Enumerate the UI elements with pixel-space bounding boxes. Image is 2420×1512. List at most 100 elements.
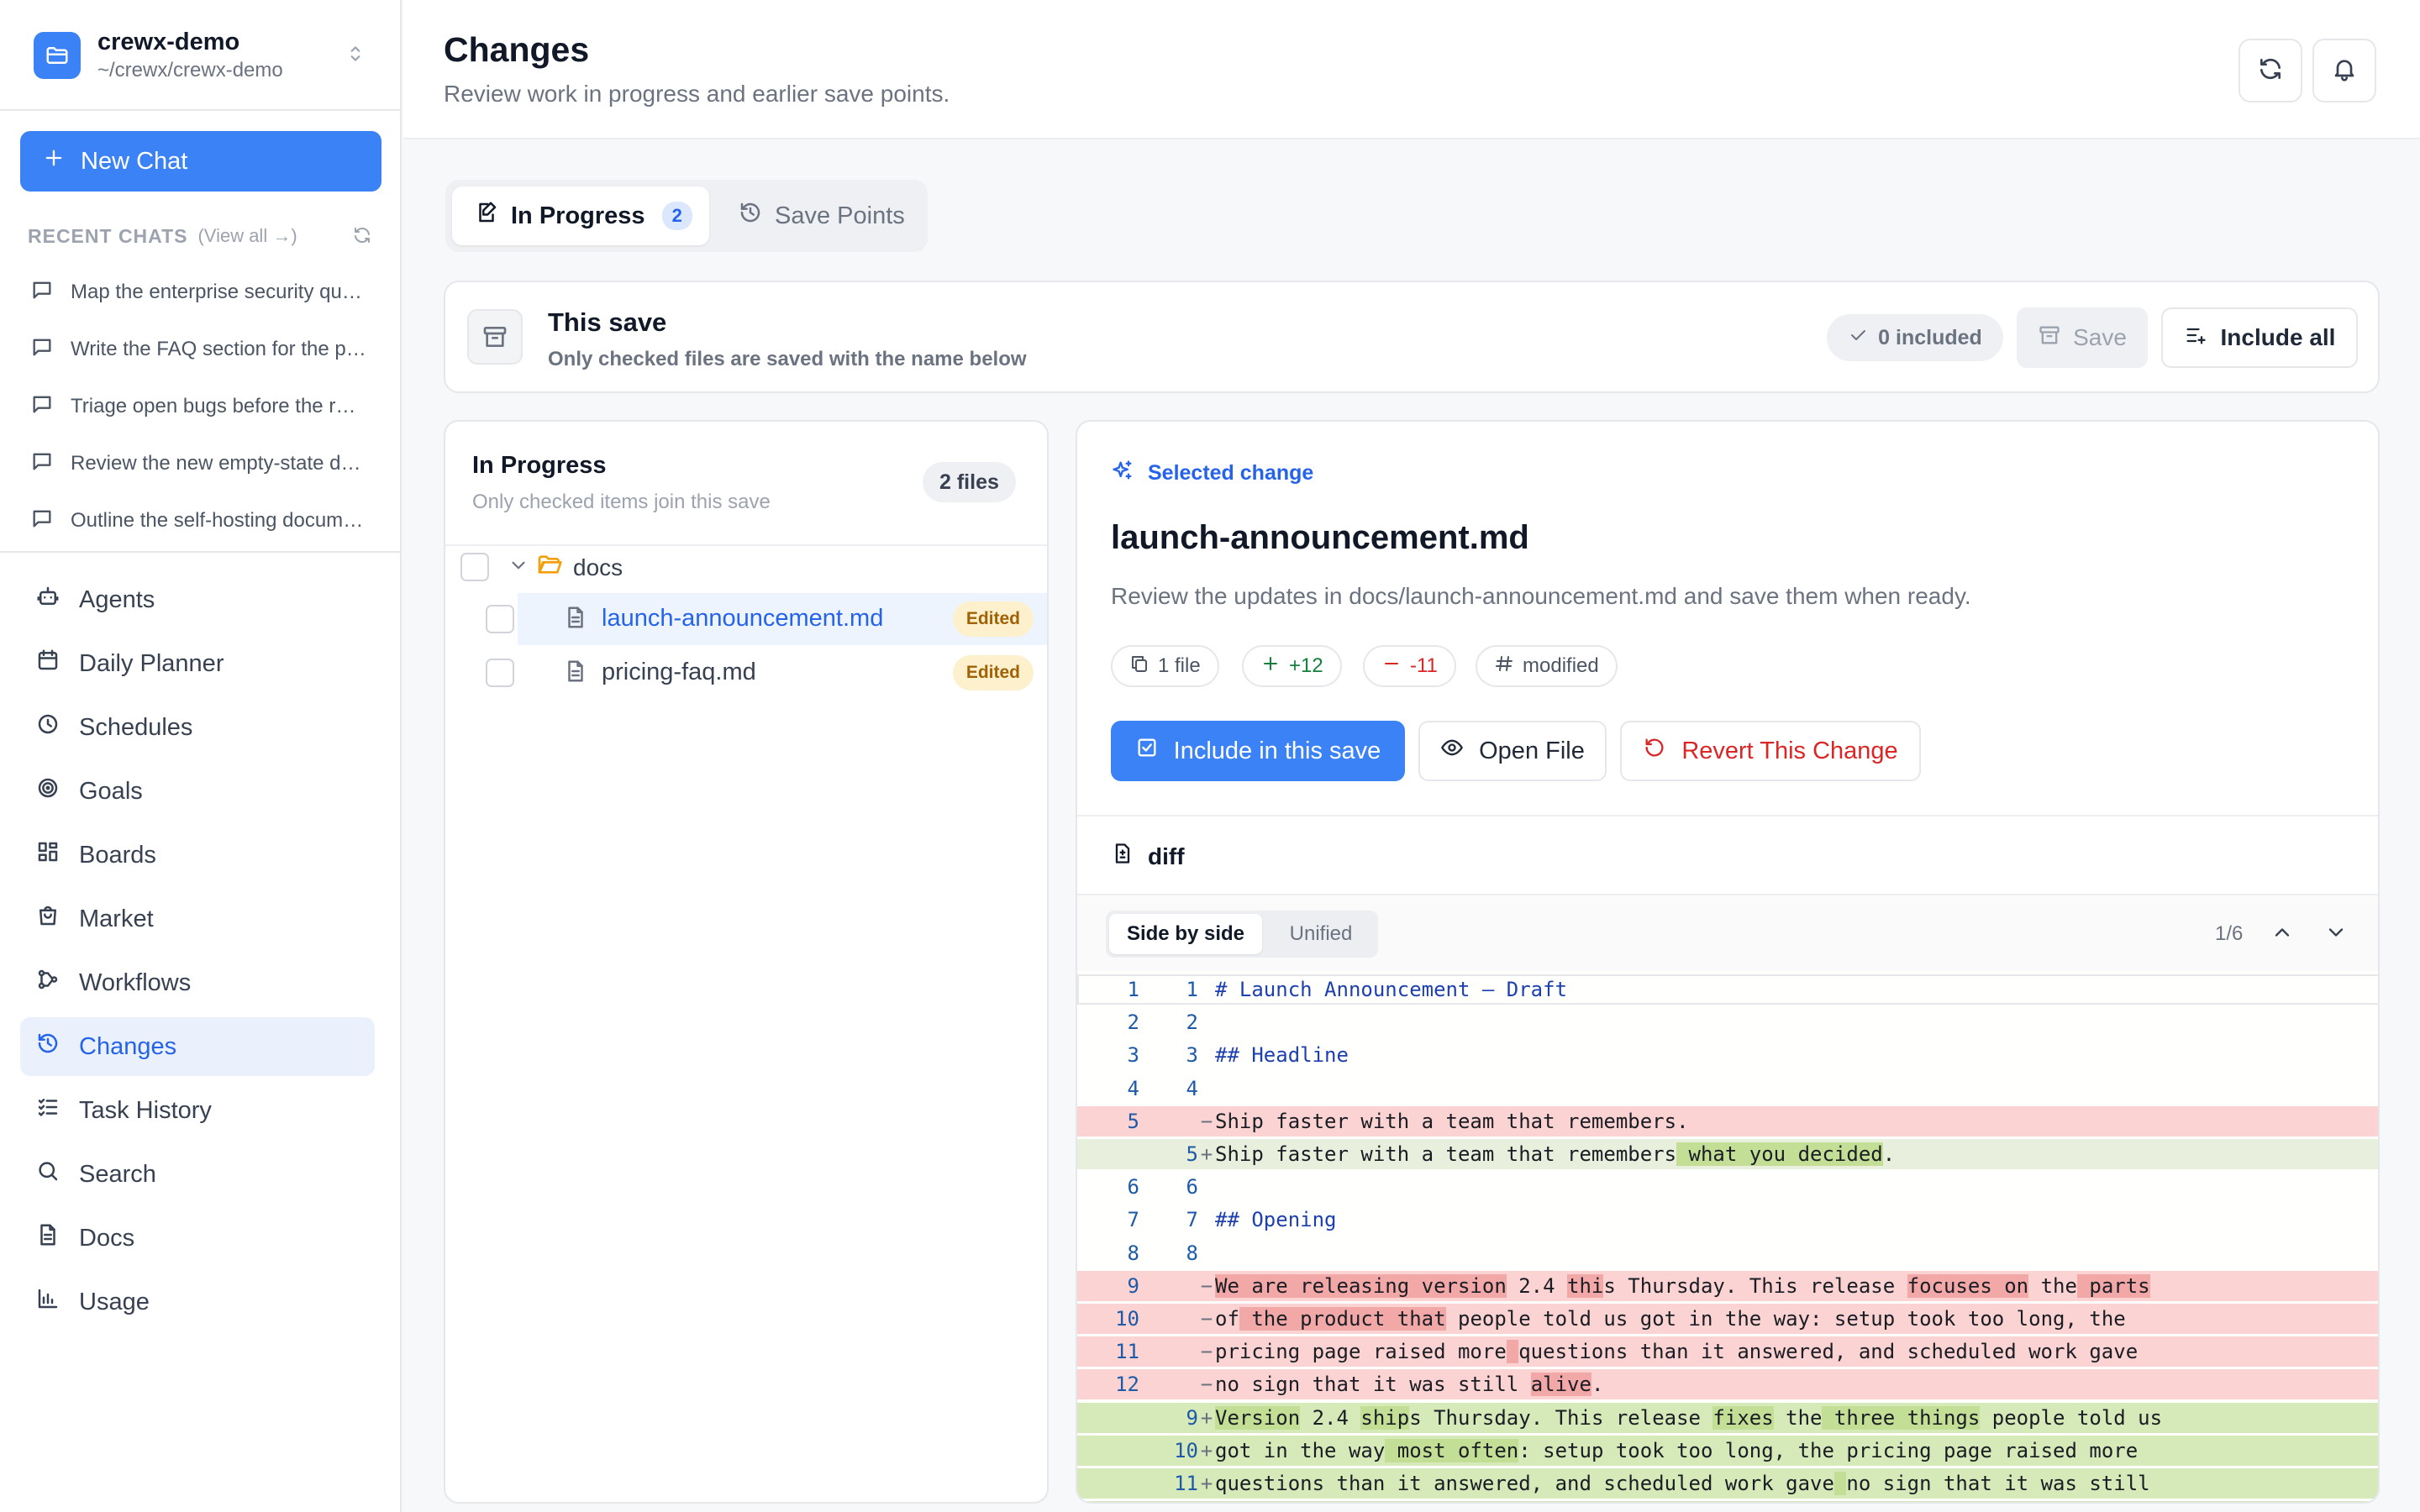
new-line-number: 9	[1186, 1405, 1198, 1430]
change-description: Review the updates in docs/launch-announ…	[1111, 583, 1971, 609]
diff-line: 44	[1077, 1074, 2378, 1104]
sidebar-item-workflows[interactable]: Workflows	[20, 953, 375, 1012]
doc-icon	[35, 1222, 60, 1254]
chevron-down-icon[interactable]	[2324, 921, 2348, 948]
refresh-button[interactable]	[2238, 39, 2302, 102]
undo-icon	[1643, 736, 1666, 766]
diff-line: 5 − Ship faster with a team that remembers…	[1077, 1105, 2378, 1137]
chip-text: +12	[1289, 654, 1323, 677]
diff-sign: +	[1200, 1438, 1213, 1462]
diff-line: 22	[1077, 1007, 2378, 1037]
diff-line-text: got in the way most often: setup took to…	[1215, 1438, 2139, 1462]
target-icon	[35, 775, 60, 807]
diff-section-title: diff	[1111, 842, 1185, 871]
chevron-down-icon[interactable]	[508, 554, 529, 580]
diff-line: 12+running.	[1077, 1501, 2378, 1502]
diff-line: 11 − pricing page raised more questions th…	[1077, 1336, 2378, 1368]
change-kind-chip: modified	[1476, 645, 1618, 687]
added-lines-chip: +12	[1242, 645, 1342, 687]
workspace-switcher[interactable]: crewx-demo ~/crewx/crewx-demo	[0, 0, 400, 111]
file-row[interactable]: pricing-faq.md Edited	[518, 647, 1047, 699]
files-panel-title: In Progress	[472, 452, 607, 479]
file-name: pricing-faq.md	[602, 659, 756, 685]
diff-line: 3 3 ## Headline	[1077, 1040, 2378, 1070]
sidebar-item-task-history[interactable]: Task History	[20, 1081, 375, 1140]
diff-sign: −	[1200, 1109, 1213, 1133]
recent-chat-item[interactable]: Write the FAQ section for the pricing pa…	[30, 333, 375, 366]
new-line-number: 5	[1186, 1142, 1198, 1166]
tab-in-progress[interactable]: In Progress 2	[452, 186, 709, 245]
sidebar-item-schedules[interactable]: Schedules	[20, 698, 375, 757]
open-file-button[interactable]: Open File	[1418, 721, 1607, 781]
sidebar-item-daily-planner[interactable]: Daily Planner	[20, 634, 375, 693]
sidebar-item-label: Task History	[79, 1096, 212, 1124]
sidebar-item-goals[interactable]: Goals	[20, 762, 375, 821]
sidebar-item-agents[interactable]: Agents	[20, 570, 375, 629]
include-in-save-button[interactable]: Include in this save	[1111, 721, 1405, 781]
old-line-number: 12	[1115, 1373, 1139, 1397]
selected-change-label: Selected change	[1111, 459, 1313, 488]
new-line-number: 2	[1186, 1011, 1198, 1035]
new-line-number: 1	[1186, 978, 1198, 1001]
unified-button[interactable]: Unified	[1267, 914, 1375, 954]
tab-save-points[interactable]: Save Points	[726, 186, 923, 245]
sidebar-item-label: Changes	[79, 1032, 177, 1060]
workspace-path: ~/crewx/crewx-demo	[97, 59, 283, 81]
chevron-up-icon[interactable]	[2270, 921, 2294, 948]
refresh-icon[interactable]	[352, 225, 372, 249]
minus-icon	[1381, 654, 1402, 680]
changes-tabs: In Progress 2 Save Points	[445, 180, 928, 252]
sidebar-item-usage[interactable]: Usage	[20, 1273, 375, 1331]
old-line-number: 11	[1115, 1340, 1139, 1364]
file-checkbox[interactable]	[486, 605, 514, 633]
sidebar-item-market[interactable]: Market	[20, 890, 375, 948]
folder-checkbox[interactable]	[460, 553, 489, 581]
folder-open-icon	[536, 551, 563, 582]
old-line-number: 7	[1127, 1208, 1139, 1232]
sidebar-item-search[interactable]: Search	[20, 1145, 375, 1204]
file-name: launch-announcement.md	[602, 605, 884, 632]
message-icon	[30, 507, 54, 536]
sidebar-item-label: Usage	[79, 1288, 150, 1315]
clock-icon	[35, 711, 60, 743]
workflow-icon	[35, 967, 60, 999]
notifications-button[interactable]	[2312, 39, 2376, 102]
sidebar-item-changes[interactable]: Changes	[20, 1017, 375, 1076]
new-line-number: 3	[1186, 1043, 1198, 1068]
recent-chat-item[interactable]: Triage open bugs before the release	[30, 390, 375, 423]
file-row[interactable]: launch-announcement.md Edited	[518, 593, 1047, 645]
sidebar-item-docs[interactable]: Docs	[20, 1209, 375, 1268]
included-count-badge: 0 included	[1827, 314, 2003, 361]
recent-chat-item[interactable]: Outline the self-hosting documentation	[30, 504, 375, 538]
chevrons-up-down-icon[interactable]	[345, 40, 366, 71]
diff-sign: +	[1200, 1472, 1213, 1495]
save-button[interactable]: Save	[2017, 307, 2148, 368]
files-panel: In Progress Only checked items join this…	[444, 420, 1049, 1504]
recent-chat-title: Outline the self-hosting documentation	[71, 509, 366, 532]
folder-row[interactable]	[445, 963, 1047, 1015]
sidebar-item-boards[interactable]: Boards	[20, 826, 375, 885]
diff-code-view[interactable]: 1 1 # Launch Announcement — Draft 2 2 3 3 ## He…	[1077, 971, 2378, 1502]
plus-icon	[42, 146, 66, 176]
robot-icon	[35, 584, 60, 616]
sidebar-item-label: Schedules	[79, 713, 193, 741]
side-by-side-button[interactable]: Side by side	[1109, 914, 1262, 954]
new-chat-button[interactable]: New Chat	[20, 131, 381, 192]
sidebar-divider	[0, 551, 400, 553]
recent-chat-item[interactable]: Map the enterprise security questionnair…	[30, 276, 375, 309]
sidebar-item-label: Daily Planner	[79, 649, 224, 677]
diff-line: 1 1 # Launch Announcement — Draft	[1077, 974, 2378, 1005]
new-line-number: 12	[1139, 1501, 1198, 1502]
file-checkbox[interactable]	[486, 659, 514, 687]
recent-chat-item[interactable]: Review the new empty-state designs	[30, 447, 375, 480]
view-all-link[interactable]: (View all →)	[197, 225, 297, 247]
include-all-button[interactable]: Include all	[2161, 307, 2358, 368]
old-line-number: 5	[1127, 1109, 1139, 1133]
diff-line-text: no sign that it was still alive.	[1215, 1373, 1604, 1397]
diff-sign: −	[1200, 1373, 1213, 1397]
diff-line-text: We are releasing version 2.4 this Thursd…	[1215, 1273, 2150, 1298]
eye-icon	[1440, 736, 1464, 766]
save-bar: This save Only checked files are saved w…	[444, 281, 2380, 393]
folder-icon	[34, 32, 81, 79]
revert-change-button[interactable]: Revert This Change	[1620, 721, 1921, 781]
